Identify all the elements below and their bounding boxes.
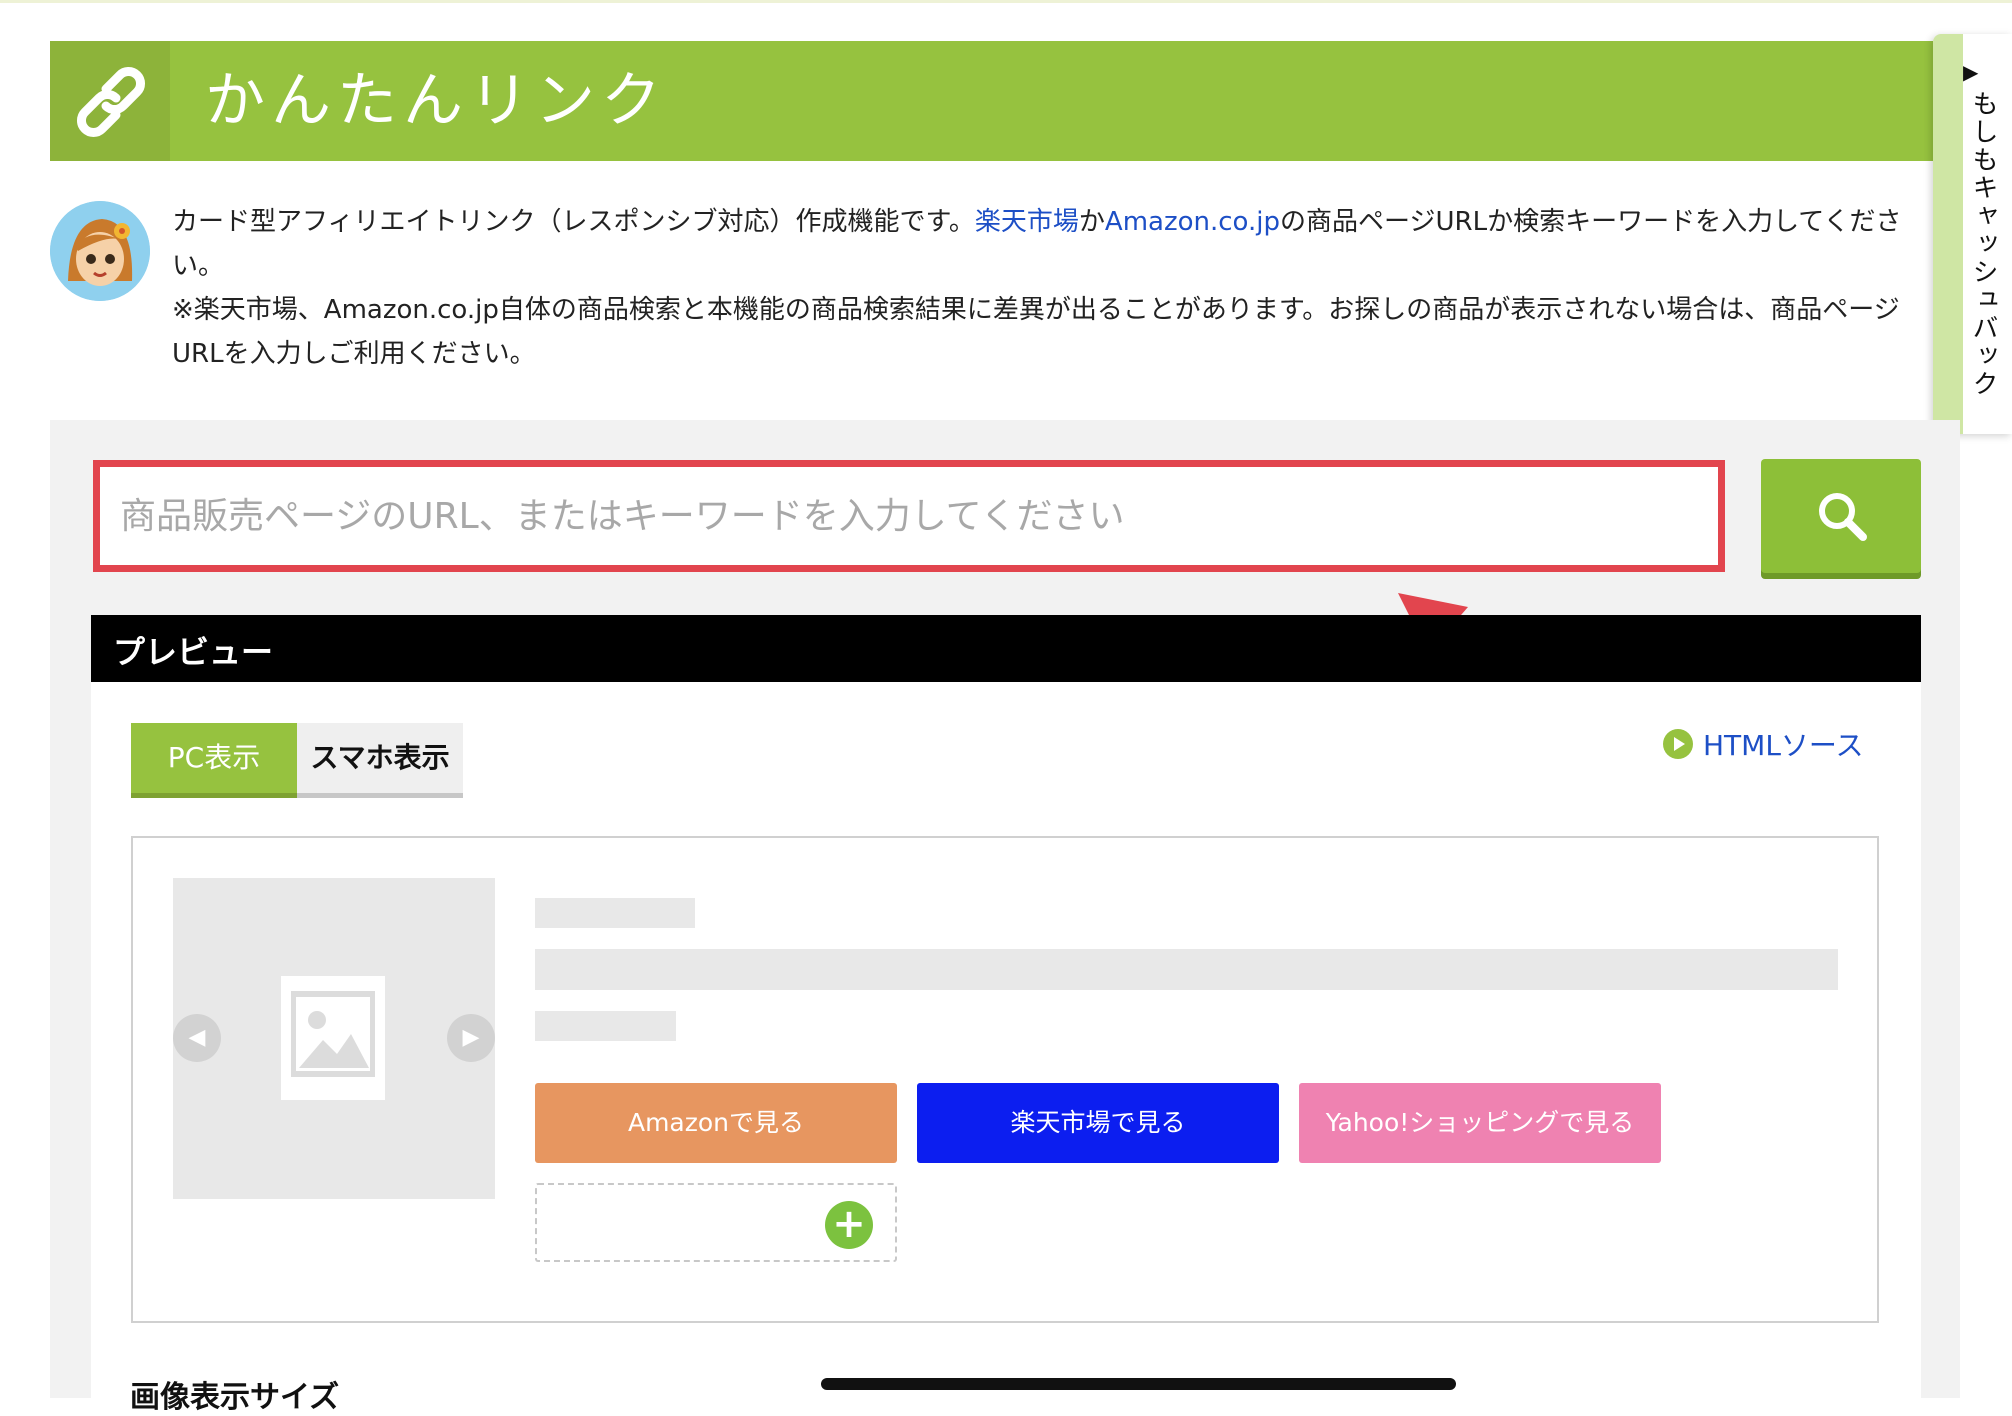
link-chain-icon [77, 67, 145, 137]
html-source-label: HTMLソース [1703, 729, 1864, 762]
search-button[interactable] [1761, 459, 1921, 573]
triangle-right-icon: ▶ [1963, 60, 1979, 84]
image-size-heading: 画像表示サイズ [130, 1380, 340, 1415]
search-input[interactable] [93, 460, 1725, 572]
rakuten-link[interactable]: 楽天市場 [975, 207, 1079, 237]
home-indicator [821, 1378, 1456, 1390]
mascot-avatar [50, 201, 150, 301]
plus-circle-icon: + [825, 1201, 873, 1249]
chevron-left-icon: ◀ [188, 1025, 206, 1050]
image-next-button[interactable]: ▶ [447, 1014, 495, 1062]
banner-icon-box [50, 41, 170, 161]
intro-paragraph: カード型アフィリエイトリンク（レスポンシブ対応）作成機能です。楽天市場かAmaz… [172, 200, 1942, 288]
skeleton-title [535, 949, 1838, 990]
search-icon [1819, 493, 1867, 541]
preview-header: プレビュー [91, 615, 1921, 682]
intro-text-mid: か [1078, 207, 1105, 237]
intro-description: カード型アフィリエイトリンク（レスポンシブ対応）作成機能です。楽天市場かAmaz… [172, 200, 1942, 376]
amazon-button[interactable]: Amazonで見る [535, 1083, 897, 1163]
intro-text-pre: カード型アフィリエイトリンク（レスポンシブ対応）作成機能です。 [172, 207, 975, 237]
amazon-link[interactable]: Amazon.co.jp [1105, 207, 1280, 237]
image-prev-button[interactable]: ◀ [173, 1014, 221, 1062]
side-tab-accent [1933, 34, 1963, 434]
side-tab-label: もしもキャッシュバック [1968, 90, 1998, 398]
skeleton-brand [535, 898, 695, 928]
preview-title: プレビュー [113, 633, 274, 671]
tab-smartphone-display[interactable]: スマホ表示 [297, 723, 463, 793]
cashback-side-tab[interactable]: ▶ もしもキャッシュバック [1933, 34, 2012, 434]
play-circle-icon [1663, 729, 1693, 759]
add-button-slot[interactable]: + [535, 1183, 897, 1262]
skeleton-price [535, 1011, 676, 1041]
page-header-banner: かんたんリンク [50, 41, 1960, 161]
tab-pc-display[interactable]: PC表示 [131, 723, 297, 793]
product-image-area: ◀ ▶ [173, 878, 495, 1199]
page-title: かんたんリンク [205, 66, 667, 136]
image-placeholder-icon [281, 976, 385, 1100]
intro-note: ※楽天市場、Amazon.co.jp自体の商品検索と本機能の商品検索結果に差異が… [172, 295, 1900, 369]
rakuten-button[interactable]: 楽天市場で見る [917, 1083, 1279, 1163]
top-rule [0, 0, 2012, 3]
yahoo-shopping-button[interactable]: Yahoo!ショッピングで見る [1299, 1083, 1661, 1163]
chevron-right-icon: ▶ [462, 1025, 480, 1050]
html-source-link[interactable]: HTMLソース [1663, 724, 1864, 764]
